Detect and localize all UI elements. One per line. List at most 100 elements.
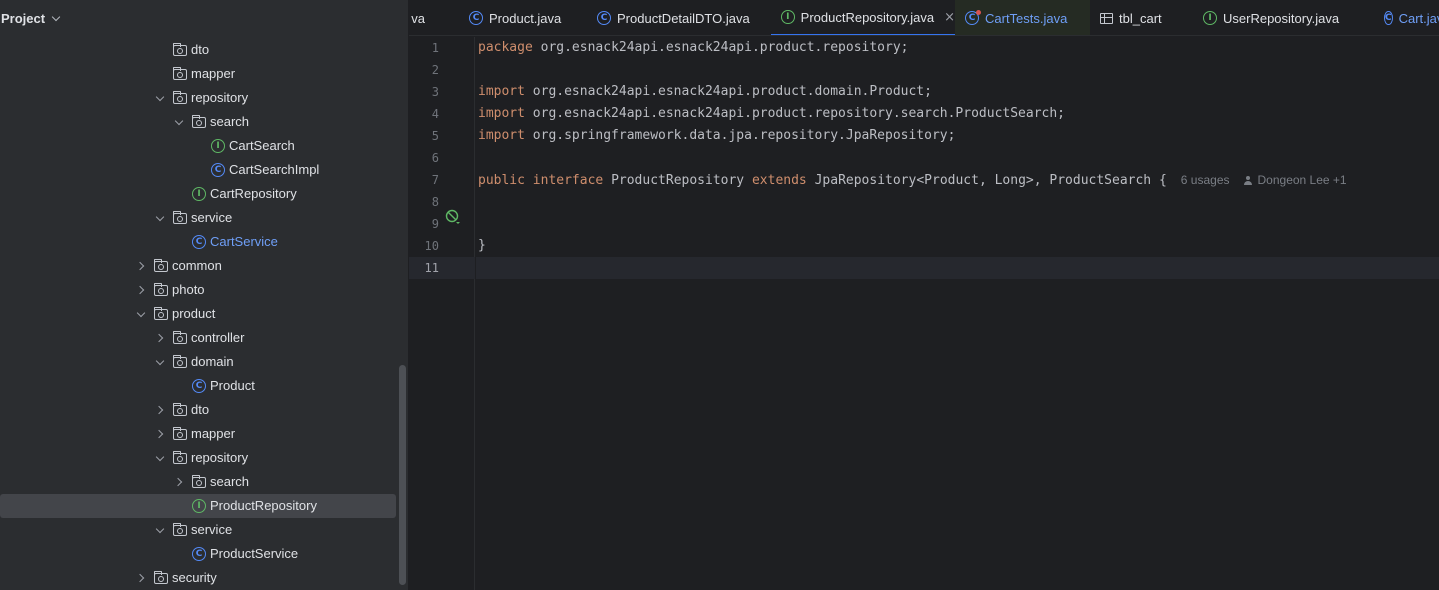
code-keyword: extends: [751, 173, 807, 188]
chevron-down-icon[interactable]: [173, 116, 185, 128]
tree-item-cartsearchimpl[interactable]: C CartSearchImpl: [0, 158, 400, 182]
editor-tabbar: va C Product.java C ProductDetailDTO.java I Pr…: [409, 0, 1439, 36]
tree-item-label: CartSearchImpl: [229, 162, 320, 177]
tree-item-repository[interactable]: repository: [0, 86, 400, 110]
class-icon: C: [469, 11, 483, 25]
tab-label: ProductRepository.java: [800, 9, 935, 25]
tree-item-cartservice[interactable]: C CartService: [0, 230, 400, 254]
tree-item-label: repository: [191, 450, 249, 465]
code-line[interactable]: import org.esnack24api.esnack24api.produ…: [478, 81, 932, 103]
tab-tbl-cart[interactable]: tbl_cart: [1090, 0, 1193, 35]
chevron-down-icon[interactable]: [51, 12, 61, 21]
chevron-right-icon[interactable]: [154, 404, 166, 416]
package-folder-icon: [153, 283, 168, 296]
class-icon: C: [1384, 11, 1393, 25]
tree-item-dto[interactable]: dto: [0, 398, 400, 422]
tree-item-label: search: [210, 114, 250, 129]
code-keyword: import: [478, 128, 525, 143]
tree-item-label: CartSearch: [229, 138, 295, 153]
line-number: 10: [424, 239, 439, 253]
package-folder-icon: [172, 331, 187, 344]
interface-icon: I: [211, 139, 225, 153]
class-icon: C: [192, 547, 206, 561]
package-folder-icon: [153, 571, 168, 584]
current-line-highlight: [476, 257, 1439, 279]
line-number: 5: [431, 129, 439, 143]
user-icon: [1244, 176, 1253, 185]
tree-item-domain[interactable]: domain: [0, 350, 400, 374]
tab-carttests-java[interactable]: C CartTests.java: [955, 0, 1090, 35]
tree-item-service[interactable]: service: [0, 518, 400, 542]
tree-item-productrepository[interactable]: I ProductRepository: [0, 494, 396, 518]
tree-item-label: Product: [210, 378, 255, 393]
code-line[interactable]: public interface ProductRepository exten…: [478, 169, 1347, 191]
tree-item-security[interactable]: security: [0, 566, 400, 590]
code-keyword: import: [478, 106, 525, 121]
tree-item-label: dto: [191, 42, 210, 57]
chevron-right-icon[interactable]: [154, 332, 166, 344]
line-number: 7: [431, 173, 439, 187]
project-header[interactable]: Project: [0, 0, 408, 37]
class-icon: C: [192, 379, 206, 393]
chevron-right-icon[interactable]: [173, 476, 185, 488]
tree-scrollbar[interactable]: [399, 365, 406, 585]
implemented-gutter-icon[interactable]: [445, 209, 461, 225]
tree-item-repository[interactable]: repository: [0, 446, 400, 470]
chevron-down-icon[interactable]: [154, 92, 166, 104]
usages-hint[interactable]: 6 usages: [1181, 173, 1230, 187]
line-number: 11: [424, 261, 439, 275]
tab-va[interactable]: va: [409, 0, 459, 35]
chevron-right-icon[interactable]: [154, 428, 166, 440]
tree-item-service[interactable]: service: [0, 206, 400, 230]
tab-productdetaildto-java[interactable]: C ProductDetailDTO.java: [587, 0, 771, 35]
tab-userrepository-java[interactable]: I UserRepository.java: [1193, 0, 1374, 35]
tree-item-label: dto: [191, 402, 210, 417]
package-folder-icon: [172, 91, 187, 104]
package-folder-icon: [172, 403, 187, 416]
tree-item-mapper[interactable]: mapper: [0, 422, 400, 446]
author-hint[interactable]: Dongeon Lee +1: [1244, 173, 1347, 187]
tree-item-label: mapper: [191, 66, 236, 81]
tree-item-search[interactable]: search: [0, 110, 400, 134]
chevron-down-icon[interactable]: [154, 212, 166, 224]
tab-label: va: [411, 10, 425, 26]
chevron-right-icon[interactable]: [135, 260, 147, 272]
package-folder-icon: [172, 523, 187, 536]
code-keyword: interface: [532, 173, 604, 188]
tree-item-cartrepository[interactable]: I CartRepository: [0, 182, 400, 206]
chevron-down-icon[interactable]: [154, 524, 166, 536]
tree-item-label: repository: [191, 90, 249, 105]
chevron-down-icon[interactable]: [154, 356, 166, 368]
tree-item-product[interactable]: product: [0, 302, 400, 326]
package-folder-icon: [172, 451, 187, 464]
code-line[interactable]: import org.esnack24api.esnack24api.produ…: [478, 103, 1065, 125]
tree-item-label: CartService: [210, 234, 278, 249]
tab-label: Cart.java: [1398, 10, 1439, 26]
code-line[interactable]: }: [478, 235, 486, 257]
interface-icon: I: [1203, 11, 1217, 25]
tab-cart-java[interactable]: C Cart.java: [1374, 0, 1439, 35]
tab-productrepository-java[interactable]: I ProductRepository.java ×: [771, 0, 955, 35]
close-icon[interactable]: ×: [944, 11, 955, 24]
project-title: Project: [1, 11, 46, 26]
chevron-right-icon[interactable]: [135, 284, 147, 296]
project-panel: Project dto mapper repository search I CartSe…: [0, 0, 408, 590]
chevron-down-icon[interactable]: [154, 452, 166, 464]
tree-item-common[interactable]: common: [0, 254, 400, 278]
chevron-right-icon[interactable]: [135, 572, 147, 584]
tree-item-cartsearch[interactable]: I CartSearch: [0, 134, 400, 158]
code-line[interactable]: import org.springframework.data.jpa.repo…: [478, 125, 955, 147]
code-line[interactable]: package org.esnack24api.esnack24api.prod…: [478, 37, 908, 59]
interface-icon: I: [192, 499, 206, 513]
chevron-down-icon[interactable]: [135, 308, 147, 320]
tree-item-mapper[interactable]: mapper: [0, 62, 400, 86]
tree-item-label: search: [210, 474, 250, 489]
interface-icon: I: [781, 10, 795, 24]
tree-item-dto[interactable]: dto: [0, 38, 400, 62]
tab-product-java[interactable]: C Product.java: [459, 0, 587, 35]
tree-item-productservice[interactable]: C ProductService: [0, 542, 400, 566]
tree-item-controller[interactable]: controller: [0, 326, 400, 350]
tree-item-product[interactable]: C Product: [0, 374, 400, 398]
tree-item-photo[interactable]: photo: [0, 278, 400, 302]
tree-item-search[interactable]: search: [0, 470, 400, 494]
